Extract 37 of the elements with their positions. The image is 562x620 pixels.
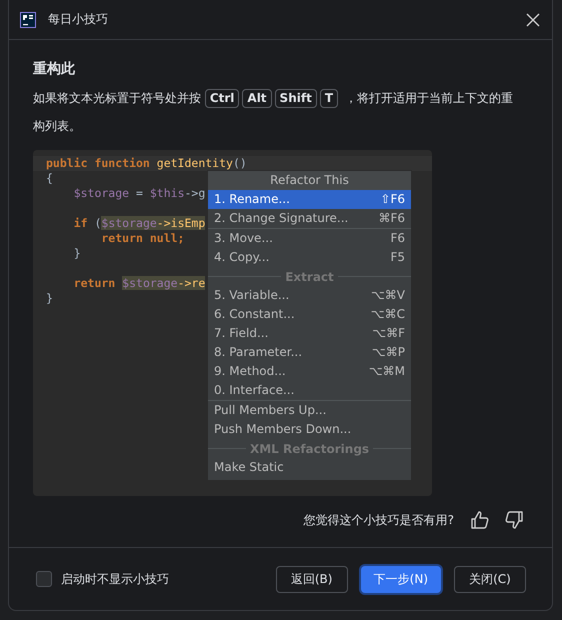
menu-item[interactable]: 3. Move... F6 [208, 229, 411, 248]
menu-item[interactable]: Push Members Down... [208, 420, 411, 439]
menu-item[interactable]: 4. Copy... F5 [208, 248, 411, 267]
menu-item[interactable]: 6. Constant... ⌥⌘C [208, 305, 411, 324]
menu-item[interactable]: 7. Field... ⌥⌘F [208, 324, 411, 343]
menu-title: Refactor This [208, 171, 411, 190]
dialog-button[interactable]: 关闭(C) [454, 566, 526, 592]
thumbs-down-icon[interactable] [504, 510, 524, 530]
app-logo-icon [20, 12, 36, 28]
tip-title: 重构此 [33, 60, 76, 78]
menu-item[interactable]: 0. Interface... [208, 381, 411, 400]
menu-item[interactable]: 9. Method... ⌥⌘M [208, 362, 411, 381]
checkbox[interactable] [36, 571, 52, 587]
close-icon[interactable] [526, 12, 540, 26]
code-line: public function getIdentity() [46, 156, 247, 170]
menu-section-label: XML Refactorings [248, 442, 370, 456]
code-line: return $storage->re [72, 276, 206, 290]
menu-item[interactable]: 5. Variable... ⌥⌘V [208, 286, 411, 305]
thumbs-up-icon[interactable] [470, 510, 490, 530]
code-line: } [72, 246, 81, 260]
dialog-button[interactable]: 返回(B) [276, 566, 348, 592]
feedback-question: 您觉得这个小技巧是否有用? [304, 512, 454, 528]
menu-item[interactable]: 8. Parameter... ⌥⌘P [208, 343, 411, 362]
code-line: if ($storage->isEmp [72, 216, 206, 230]
menu-section-label: Extract [284, 270, 335, 284]
menu-item[interactable]: Make Static [208, 458, 411, 477]
code-line: } [46, 291, 53, 305]
code-line: { [46, 171, 53, 185]
menu-item[interactable]: 2. Change Signature... ⌘F6 [208, 209, 411, 228]
window-title: 每日小技巧 [48, 11, 109, 28]
checkbox-label[interactable]: 启动时不显示小技巧 [61, 570, 169, 588]
menu-item[interactable]: 1. Rename... ⇧F6 [208, 190, 411, 209]
menu-item[interactable]: Pull Members Up... [208, 401, 411, 420]
code-line: return null; [100, 231, 184, 245]
code-line: $storage = $this->g [72, 186, 206, 200]
tip-text: 如果将文本光标置于符号处并按 Ctrl Alt Shift T ，将打开适用于当前上下文的重构列表。 [33, 88, 514, 135]
next-button[interactable]: 下一步(N) [360, 566, 441, 592]
